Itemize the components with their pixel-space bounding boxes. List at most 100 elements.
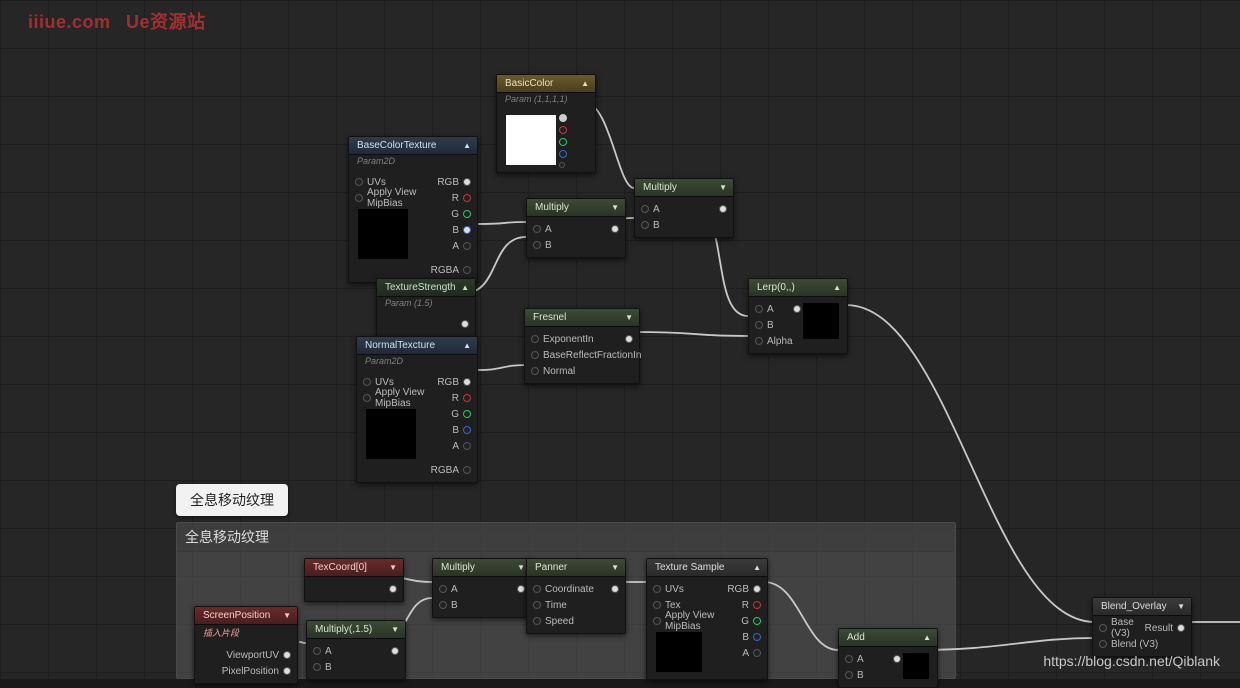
node-add[interactable]: Add▲ A B: [838, 628, 938, 688]
input-pin[interactable]: [533, 601, 541, 609]
node-texcoord[interactable]: TexCoord[0]▼: [304, 558, 404, 602]
input-pin[interactable]: [755, 337, 763, 345]
input-pin[interactable]: [755, 305, 763, 313]
node-header[interactable]: Multiply▼: [635, 179, 733, 197]
input-pin[interactable]: [845, 671, 853, 679]
chevron-down-icon[interactable]: ▼: [391, 625, 399, 634]
chevron-up-icon[interactable]: ▲: [923, 633, 931, 642]
node-header[interactable]: Lerp(0,,)▲: [749, 279, 847, 297]
node-multiply-1[interactable]: Multiply▼ A B: [526, 198, 626, 258]
input-pin[interactable]: [653, 601, 661, 609]
chevron-down-icon[interactable]: ▼: [1177, 602, 1185, 611]
output-pin[interactable]: [283, 667, 291, 675]
output-pin-g[interactable]: [463, 410, 471, 418]
output-pin[interactable]: [1177, 624, 1185, 632]
input-pin[interactable]: [313, 663, 321, 671]
chevron-down-icon[interactable]: ▼: [625, 313, 633, 322]
output-pin-r[interactable]: [463, 194, 471, 202]
node-texture-strength[interactable]: TextureStrength ▲ Param (1.5): [376, 278, 476, 337]
node-header[interactable]: TextureStrength ▲: [377, 279, 475, 297]
output-pin[interactable]: [793, 305, 801, 313]
comment-bubble[interactable]: 全息移动纹理: [176, 484, 288, 516]
output-pin-r[interactable]: [463, 394, 471, 402]
node-panner[interactable]: Panner▼ Coordinate Time Speed: [526, 558, 626, 634]
output-pin-rgba[interactable]: [463, 466, 471, 474]
output-pin[interactable]: [611, 585, 619, 593]
input-pin[interactable]: [313, 647, 321, 655]
output-pin-r[interactable]: [559, 126, 567, 134]
input-pin[interactable]: [355, 178, 363, 186]
input-pin[interactable]: [653, 585, 661, 593]
chevron-down-icon[interactable]: ▼: [517, 563, 525, 572]
input-pin[interactable]: [533, 617, 541, 625]
output-pin-a[interactable]: [559, 162, 565, 168]
chevron-up-icon[interactable]: ▲: [581, 79, 589, 88]
output-pin-a[interactable]: [753, 649, 761, 657]
node-header[interactable]: ScreenPosition▼: [195, 607, 297, 625]
output-pin[interactable]: [611, 225, 619, 233]
input-pin[interactable]: [533, 241, 541, 249]
input-pin[interactable]: [533, 225, 541, 233]
input-pin[interactable]: [439, 585, 447, 593]
node-header[interactable]: Texture Sample▲: [647, 559, 767, 577]
chevron-down-icon[interactable]: ▼: [611, 203, 619, 212]
input-pin[interactable]: [363, 394, 371, 402]
output-pin[interactable]: [719, 205, 727, 213]
node-header[interactable]: Multiply(,1.5)▼: [307, 621, 405, 639]
input-pin[interactable]: [355, 194, 363, 202]
input-pin[interactable]: [653, 617, 661, 625]
output-pin[interactable]: [389, 585, 397, 593]
node-header[interactable]: Fresnel▼: [525, 309, 639, 327]
input-pin[interactable]: [533, 585, 541, 593]
output-pin-b[interactable]: [463, 226, 471, 234]
chevron-down-icon[interactable]: ▼: [719, 183, 727, 192]
output-pin[interactable]: [753, 585, 761, 593]
node-texture-sample[interactable]: Texture Sample▲ UVsRGB TexR Apply View M…: [646, 558, 768, 680]
node-screen-position[interactable]: ScreenPosition▼ 插入片段 ViewportUV PixelPos…: [194, 606, 298, 684]
node-header[interactable]: Blend_Overlay▼: [1093, 598, 1191, 616]
node-header[interactable]: Multiply▼: [433, 559, 531, 577]
chevron-down-icon[interactable]: ▼: [283, 611, 291, 620]
input-pin[interactable]: [1099, 640, 1107, 648]
node-header[interactable]: Multiply▼: [527, 199, 625, 217]
output-pin-rgba[interactable]: [463, 266, 471, 274]
input-pin[interactable]: [531, 351, 539, 359]
node-basic-color[interactable]: BasicColor ▲ Param (1,1,1,1): [496, 74, 596, 173]
chevron-up-icon[interactable]: ▲: [753, 563, 761, 572]
output-pin-b[interactable]: [463, 426, 471, 434]
output-pin[interactable]: [463, 378, 471, 386]
output-pin-b[interactable]: [753, 633, 761, 641]
output-pin-a[interactable]: [463, 442, 471, 450]
input-pin[interactable]: [641, 221, 649, 229]
input-pin[interactable]: [363, 378, 371, 386]
input-pin[interactable]: [755, 321, 763, 329]
node-blend-overlay[interactable]: Blend_Overlay▼ Base (V3)Result Blend (V3…: [1092, 597, 1192, 657]
output-pin-b[interactable]: [559, 150, 567, 158]
input-pin[interactable]: [439, 601, 447, 609]
output-pin-g[interactable]: [463, 210, 471, 218]
node-base-color-texture[interactable]: BaseColorTexture ▲ Param2D UVsRGB Apply …: [348, 136, 478, 283]
input-pin[interactable]: [641, 205, 649, 213]
node-header[interactable]: BaseColorTexture ▲: [349, 137, 477, 155]
output-pin[interactable]: [893, 655, 901, 663]
output-pin[interactable]: [461, 320, 469, 328]
output-pin-a[interactable]: [463, 242, 471, 250]
output-pin[interactable]: [463, 178, 471, 186]
input-pin[interactable]: [845, 655, 853, 663]
output-pin-r[interactable]: [753, 601, 761, 609]
node-multiply-3[interactable]: Multiply(,1.5)▼ A B: [306, 620, 406, 680]
output-pin[interactable]: [517, 585, 525, 593]
chevron-down-icon[interactable]: ▼: [611, 563, 619, 572]
node-multiply-2[interactable]: Multiply▼ A B: [634, 178, 734, 238]
chevron-up-icon[interactable]: ▲: [461, 283, 469, 292]
chevron-down-icon[interactable]: ▼: [389, 563, 397, 572]
output-pin-g[interactable]: [559, 138, 567, 146]
input-pin[interactable]: [1099, 624, 1107, 632]
chevron-up-icon[interactable]: ▲: [833, 283, 841, 292]
node-header[interactable]: BasicColor ▲: [497, 75, 595, 93]
node-normal-texture[interactable]: NormalTexcture ▲ Param2D UVsRGB Apply Vi…: [356, 336, 478, 483]
output-pin-g[interactable]: [753, 617, 761, 625]
node-multiply-4[interactable]: Multiply▼ A B: [432, 558, 532, 618]
input-pin[interactable]: [531, 367, 539, 375]
node-lerp[interactable]: Lerp(0,,)▲ A B Alpha: [748, 278, 848, 354]
